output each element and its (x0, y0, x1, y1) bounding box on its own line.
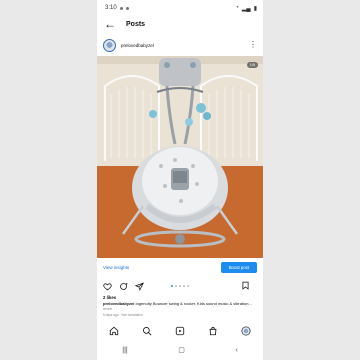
share-icon[interactable] (135, 281, 144, 291)
carousel-dot (171, 285, 173, 287)
wifi-icon: ◔ (235, 5, 239, 11)
system-nav-bar: ||| ▢ ‹ (97, 344, 263, 356)
signal-icon: ▂▄ (241, 5, 251, 12)
baby-swing-image (97, 56, 263, 258)
back-arrow-icon[interactable]: ← (104, 18, 116, 30)
status-bar: 3:10 ◔ ▂▄ ▮ (105, 3, 257, 13)
page-title: Posts (126, 20, 146, 28)
heart-icon[interactable] (103, 282, 112, 291)
battery-icon: ▮ (253, 5, 257, 12)
view-insights-link[interactable]: View insights (103, 265, 129, 270)
caption-text: Ingenuity Bouncer swing & rocker. Kids s… (135, 301, 252, 306)
post-actions (103, 281, 257, 291)
insights-row: View insights Boost post (103, 261, 257, 273)
boost-post-button[interactable]: Boost post (220, 261, 257, 273)
avatar[interactable] (103, 38, 116, 52)
shop-icon[interactable] (208, 326, 218, 336)
carousel-dot (183, 285, 185, 287)
phone-screen: 3:10 ◔ ▂▄ ▮ ← Posts prelovedbabyzel ⋮ 1/… (97, 0, 263, 360)
post-timestamp: 5 days ago · See translation (103, 313, 143, 317)
carousel-dot (179, 285, 181, 287)
post-header: prelovedbabyzel ⋮ (103, 38, 257, 52)
bookmark-icon[interactable] (241, 281, 250, 290)
caption-more-link[interactable]: more (103, 306, 112, 311)
carousel-dot (187, 285, 189, 287)
home-button-icon[interactable]: ▢ (178, 346, 185, 354)
app-bar: ← Posts (97, 16, 263, 32)
likes-count[interactable]: 2 likes (103, 295, 116, 300)
carousel-dot (175, 285, 177, 287)
post-photo[interactable]: 1/5 (97, 56, 263, 258)
notification-dot-icon (119, 6, 123, 10)
bottom-nav (97, 324, 263, 338)
back-button-icon[interactable]: ‹ (235, 347, 237, 354)
post-caption: prelovedbabyzel Ingenuity Bouncer swing … (103, 301, 257, 311)
carousel-indicator (171, 285, 189, 287)
post-username[interactable]: prelovedbabyzel (121, 43, 249, 48)
photo-counter-badge: 1/5 (246, 62, 258, 68)
reels-icon[interactable] (175, 326, 185, 336)
more-options-icon[interactable]: ⋮ (249, 41, 257, 49)
comment-icon[interactable] (119, 282, 128, 291)
status-icons: ◔ ▂▄ ▮ (235, 5, 257, 12)
status-time: 3:10 (105, 5, 117, 11)
home-icon[interactable] (109, 326, 119, 336)
recent-apps-icon[interactable]: ||| (122, 347, 127, 354)
notification-dot-icon (125, 6, 129, 10)
profile-icon[interactable] (241, 326, 251, 336)
search-icon[interactable] (142, 326, 152, 336)
